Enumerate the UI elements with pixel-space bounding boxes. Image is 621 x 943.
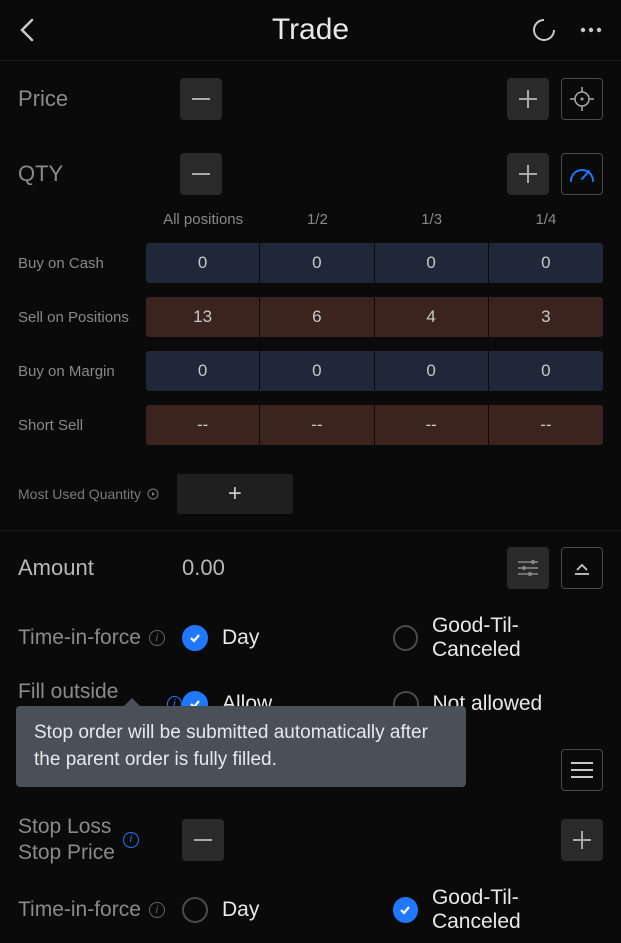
qty-cell[interactable]: --: [375, 405, 489, 445]
stoploss-label-2: Stop Price: [18, 840, 115, 866]
info-icon[interactable]: i: [123, 832, 139, 848]
price-plus-button[interactable]: [507, 78, 549, 120]
stoploss-plus-button[interactable]: [561, 819, 603, 861]
qty-cell[interactable]: 0: [375, 243, 489, 283]
stoploss-minus-button[interactable]: [182, 819, 224, 861]
stoploss-label-1: Stop Loss: [18, 814, 115, 840]
tif2-row: Time-in-force i Day Good-Til-Canceled: [0, 877, 621, 943]
qty-cell[interactable]: 6: [260, 297, 374, 337]
qty-row: QTY: [0, 136, 621, 211]
amount-value: 0.00: [182, 555, 507, 581]
tif-option-gtc[interactable]: Good-Til-Canceled: [393, 614, 604, 662]
qty-col-header: 1/4: [489, 211, 603, 228]
amount-collapse-button[interactable]: [561, 547, 603, 589]
info-icon[interactable]: i: [149, 630, 165, 646]
tif2-label: Time-in-force: [18, 898, 141, 922]
refresh-icon[interactable]: [531, 17, 557, 43]
tooltip: Stop order will be submitted automatical…: [16, 706, 466, 787]
qty-cell[interactable]: 0: [146, 243, 260, 283]
qty-label: QTY: [18, 161, 168, 187]
qty-cell[interactable]: 0: [489, 243, 603, 283]
back-button[interactable]: [18, 16, 38, 44]
attached-order-menu-button[interactable]: [561, 749, 603, 791]
stoploss-row: Stop Loss Stop Price i: [0, 803, 621, 877]
tif-row: Time-in-force i Day Good-Til-Canceled: [0, 605, 621, 671]
qty-cell[interactable]: 0: [375, 351, 489, 391]
qty-row-buy-margin: Buy on Margin 0 0 0 0: [18, 344, 603, 398]
play-icon: [147, 488, 159, 500]
qty-row-buy-cash: Buy on Cash 0 0 0 0: [18, 236, 603, 290]
price-target-button[interactable]: [561, 78, 603, 120]
most-used-qty-label: Most Used Quantity: [18, 486, 141, 502]
price-label: Price: [18, 86, 168, 112]
tif-label: Time-in-force: [18, 626, 141, 650]
qty-cell[interactable]: --: [260, 405, 374, 445]
qty-cell[interactable]: 0: [260, 243, 374, 283]
qty-table: All positions 1/2 1/3 1/4 Buy on Cash 0 …: [0, 211, 621, 462]
info-icon[interactable]: i: [149, 902, 165, 918]
qty-cell[interactable]: 0: [260, 351, 374, 391]
qty-cell[interactable]: --: [146, 405, 260, 445]
qty-minus-button[interactable]: [180, 153, 222, 195]
amount-row: Amount 0.00: [0, 531, 621, 605]
price-minus-button[interactable]: [180, 78, 222, 120]
add-most-used-qty-button[interactable]: +: [177, 474, 293, 514]
amount-sliders-button[interactable]: [507, 547, 549, 589]
qty-cell[interactable]: 3: [489, 297, 603, 337]
qty-row-sell-positions: Sell on Positions 13 6 4 3: [18, 290, 603, 344]
page-title: Trade: [272, 13, 349, 47]
qty-col-header: 1/2: [260, 211, 374, 228]
qty-col-header: All positions: [146, 211, 260, 228]
qty-row-short-sell: Short Sell -- -- -- --: [18, 398, 603, 452]
qty-plus-button[interactable]: [507, 153, 549, 195]
tif-option-day[interactable]: Day: [182, 614, 393, 662]
qty-cell[interactable]: --: [489, 405, 603, 445]
qty-cell[interactable]: 0: [146, 351, 260, 391]
qty-cell[interactable]: 4: [375, 297, 489, 337]
qty-speed-button[interactable]: [561, 153, 603, 195]
more-icon[interactable]: [579, 26, 603, 34]
amount-label: Amount: [18, 555, 182, 581]
most-used-qty-row: Most Used Quantity +: [0, 462, 621, 530]
price-row: Price: [0, 61, 621, 136]
qty-cell[interactable]: 13: [146, 297, 260, 337]
qty-col-header: 1/3: [375, 211, 489, 228]
qty-cell[interactable]: 0: [489, 351, 603, 391]
